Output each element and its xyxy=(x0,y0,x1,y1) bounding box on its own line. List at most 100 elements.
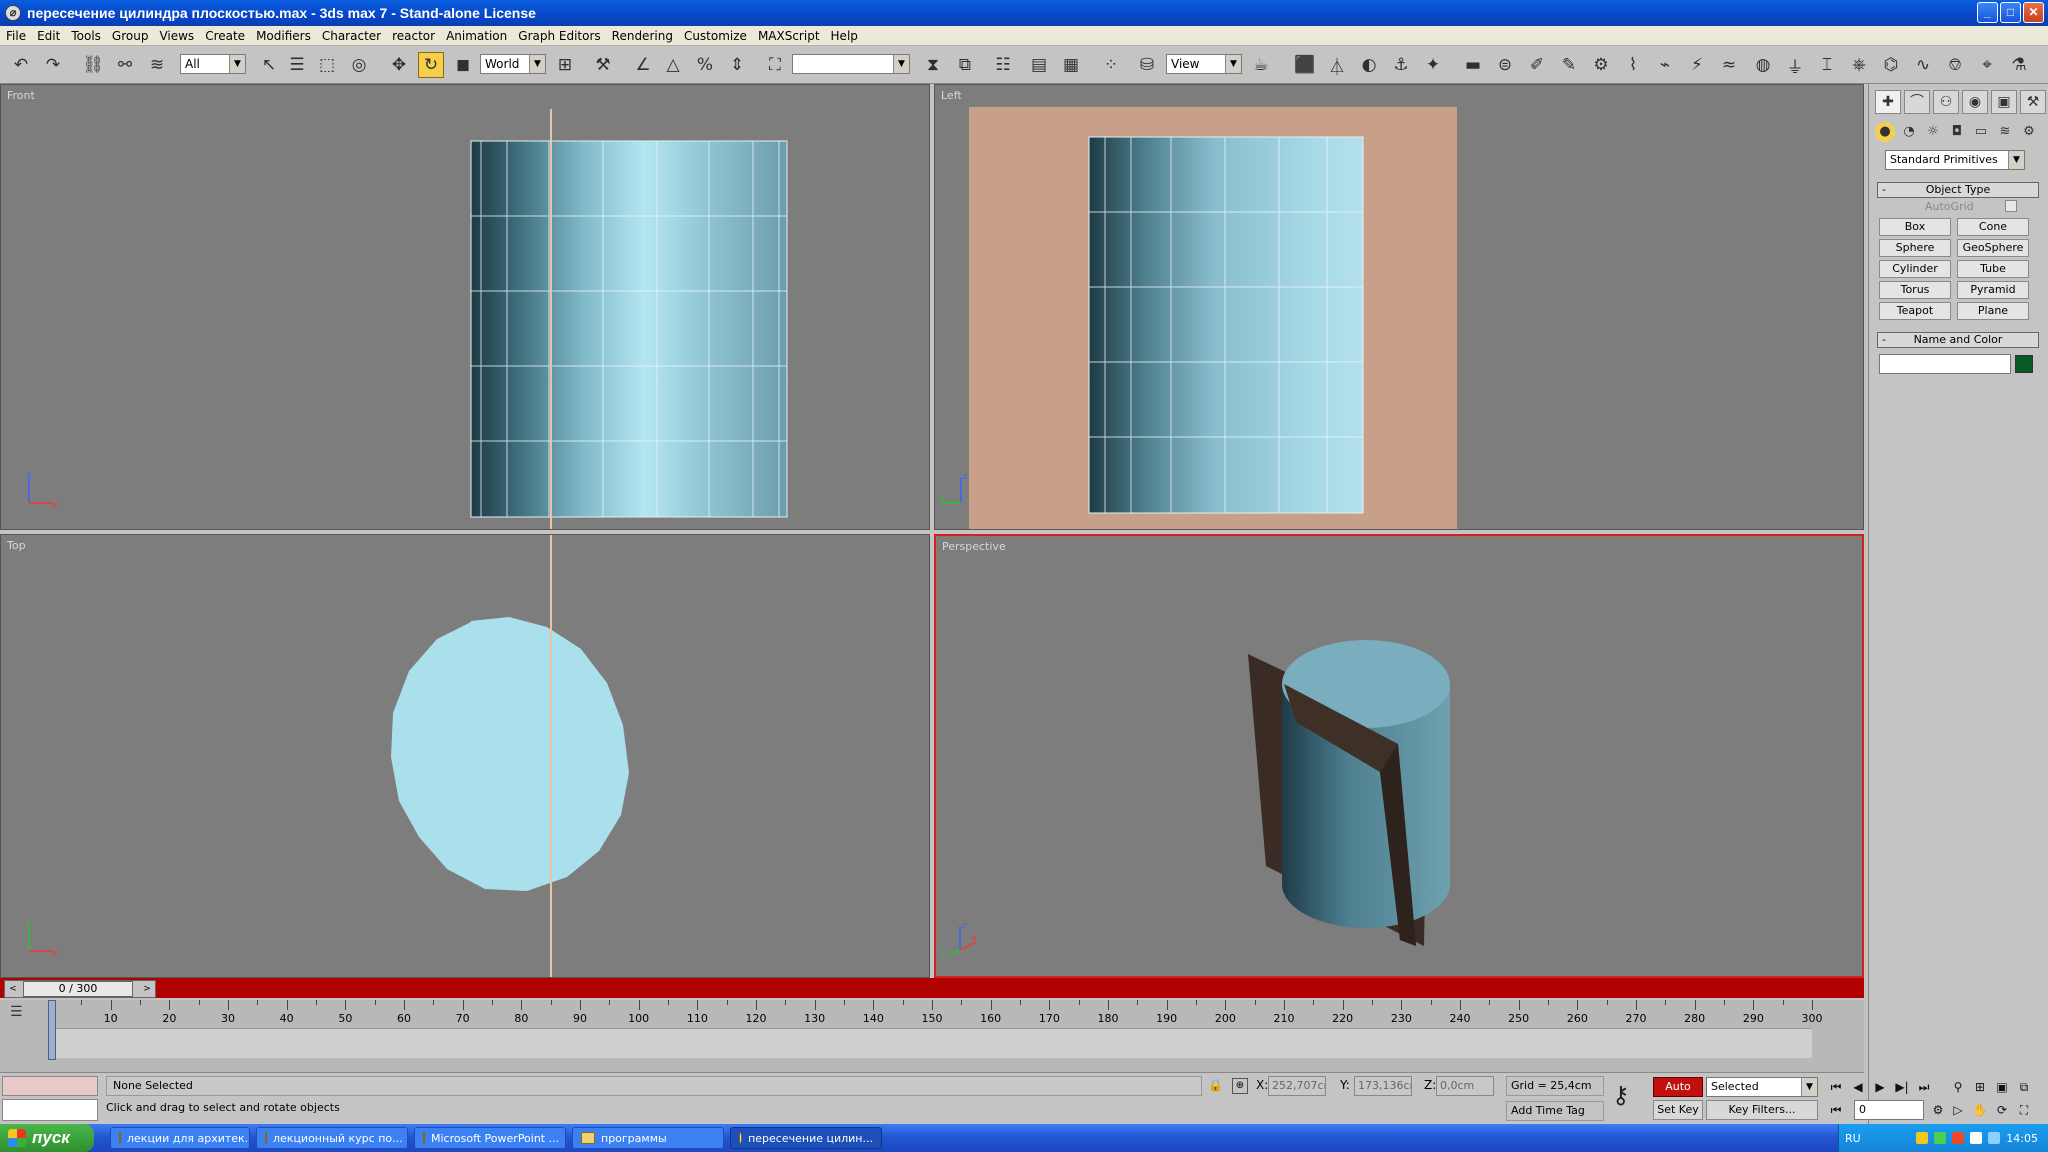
select-object-icon[interactable]: ↖ xyxy=(256,52,282,78)
tray-icon[interactable] xyxy=(1934,1132,1947,1144)
menu-character[interactable]: Character xyxy=(322,29,381,43)
render-type-dropdown[interactable]: View ▼ xyxy=(1166,54,1242,74)
align-icon[interactable]: ⧉ xyxy=(952,52,978,78)
display-tab-icon[interactable]: ▣ xyxy=(1991,90,2017,114)
tray-icon[interactable] xyxy=(1970,1132,1983,1144)
shapes-icon[interactable]: ◔ xyxy=(1899,122,1919,142)
select-and-move-icon[interactable]: ✥ xyxy=(386,52,412,78)
time-configuration-icon[interactable]: ⚙ xyxy=(1928,1100,1948,1120)
selection-filter-dropdown[interactable]: All ▼ xyxy=(180,54,246,74)
wave-modifier-icon[interactable]: ≈ xyxy=(1716,52,1742,78)
autogrid-option[interactable]: AutoGrid xyxy=(1925,200,2017,213)
key-icon[interactable]: ⚷ xyxy=(1612,1081,1642,1111)
utilities-tab-icon[interactable]: ⚒ xyxy=(2020,90,2046,114)
edit-named-selection-icon[interactable]: ⛶ xyxy=(762,52,788,78)
menu-customize[interactable]: Customize xyxy=(684,29,747,43)
select-by-name-icon[interactable]: ☰ xyxy=(284,52,310,78)
menu-animation[interactable]: Animation xyxy=(446,29,507,43)
minimize-button[interactable]: _ xyxy=(1977,2,1998,23)
time-next-icon[interactable]: > xyxy=(140,981,154,997)
spinner-snap-icon[interactable]: ⇕ xyxy=(724,52,750,78)
time-prev-icon[interactable]: < xyxy=(6,981,20,997)
geosphere-button[interactable]: GeoSphere xyxy=(1957,239,2029,257)
gear-icon[interactable]: ⚙ xyxy=(1588,52,1614,78)
object-color-swatch[interactable] xyxy=(2015,355,2033,373)
taskbar-item-lecture-course[interactable]: лекционный курс по... xyxy=(256,1127,408,1149)
menu-reactor[interactable]: reactor xyxy=(392,29,435,43)
utility-icon[interactable]: ⚗ xyxy=(2006,52,2032,78)
maximize-viewport-icon[interactable]: ⛶ xyxy=(2014,1100,2034,1120)
tube-button[interactable]: Tube xyxy=(1957,260,2029,278)
maxscript-input[interactable] xyxy=(2,1099,98,1121)
maxscript-listener-mini[interactable] xyxy=(2,1076,98,1096)
viewport-front[interactable]: Front z x xyxy=(0,84,930,530)
create-helper-icon[interactable]: ⚓ xyxy=(1388,52,1414,78)
tray-icon[interactable] xyxy=(1916,1132,1929,1144)
menu-modifiers[interactable]: Modifiers xyxy=(256,29,311,43)
snaps-toggle-icon[interactable]: ∠ xyxy=(630,52,656,78)
helpers-icon[interactable]: ▭ xyxy=(1971,122,1991,142)
motion-tab-icon[interactable]: ◉ xyxy=(1962,90,1988,114)
absolute-mode-icon[interactable]: ⊕ xyxy=(1232,1078,1248,1094)
go-to-end-icon[interactable]: ⏭ xyxy=(1914,1077,1934,1097)
cylinder-icon[interactable]: ⊜ xyxy=(1492,52,1518,78)
pan-icon[interactable]: ✋ xyxy=(1970,1100,1990,1120)
close-button[interactable]: ✕ xyxy=(2023,2,2044,23)
taskbar-item-programs[interactable]: программы xyxy=(572,1127,724,1149)
render-scene-icon[interactable]: ⛁ xyxy=(1134,52,1160,78)
sphere-button[interactable]: Sphere xyxy=(1879,239,1951,257)
space-warps-icon[interactable]: ≋ xyxy=(1995,122,2015,142)
camera-icon[interactable]: ▬ xyxy=(1460,52,1486,78)
viewport-left[interactable]: Left z y xyxy=(934,84,1864,530)
menu-maxscript[interactable]: MAXScript xyxy=(758,29,820,43)
redo-icon[interactable]: ↷ xyxy=(40,52,66,78)
modify-tab-icon[interactable]: ⌒ xyxy=(1904,90,1930,114)
cylinder-button[interactable]: Cylinder xyxy=(1879,260,1951,278)
play-icon[interactable]: ▶ xyxy=(1870,1077,1890,1097)
y-coordinate-field[interactable]: 173,136cm xyxy=(1354,1076,1412,1096)
key-area[interactable] xyxy=(52,1028,1812,1058)
create-box-icon[interactable]: ⬛ xyxy=(1292,52,1318,78)
schematic-view-icon[interactable]: ▦ xyxy=(1058,52,1084,78)
quick-render-icon[interactable]: ☕ xyxy=(1248,52,1274,78)
go-to-start-icon[interactable]: ⏮ xyxy=(1826,1077,1846,1097)
zoom-extents-all-icon[interactable]: ⧉ xyxy=(2014,1077,2034,1097)
autogrid-checkbox[interactable] xyxy=(2005,200,2017,212)
curve-editor-icon[interactable]: ▤ xyxy=(1026,52,1052,78)
manipulate-icon[interactable]: ⚒ xyxy=(590,52,616,78)
window-crossing-icon[interactable]: ◎ xyxy=(346,52,372,78)
arc-rotate-icon[interactable]: ⟳ xyxy=(1992,1100,2012,1120)
menu-graph-editors[interactable]: Graph Editors xyxy=(518,29,600,43)
brush-icon[interactable]: ✎ xyxy=(1556,52,1582,78)
time-slider-track[interactable] xyxy=(0,978,1864,998)
zoom-extents-icon[interactable]: ▣ xyxy=(1992,1077,2012,1097)
zoom-icon[interactable]: ⚲ xyxy=(1948,1077,1968,1097)
create-light-icon[interactable]: ✦ xyxy=(1420,52,1446,78)
maximize-button[interactable]: □ xyxy=(2000,2,2021,23)
taper-modifier-icon[interactable]: ⏚ xyxy=(1782,52,1808,78)
stretch-modifier-icon[interactable]: ⌶ xyxy=(1814,52,1840,78)
object-category-dropdown[interactable]: Standard Primitives ▼ xyxy=(1885,150,2025,170)
object-type-rollout[interactable]: - Object Type xyxy=(1877,182,2039,198)
angle-snap-icon[interactable]: △ xyxy=(660,52,686,78)
cone-button[interactable]: Cone xyxy=(1957,218,2029,236)
undo-icon[interactable]: ↶ xyxy=(8,52,34,78)
xform-modifier-icon[interactable]: ⌖ xyxy=(1974,52,2000,78)
add-time-tag-button[interactable]: Add Time Tag xyxy=(1506,1101,1604,1121)
object-name-input[interactable] xyxy=(1879,354,2011,374)
rectangular-selection-icon[interactable]: ⬚ xyxy=(314,52,340,78)
menu-edit[interactable]: Edit xyxy=(37,29,60,43)
x-coordinate-field[interactable]: 252,707cm xyxy=(1268,1076,1326,1096)
zoom-all-icon[interactable]: ⊞ xyxy=(1970,1077,1990,1097)
skew-modifier-icon[interactable]: ⌬ xyxy=(1878,52,1904,78)
torus-button[interactable]: Torus xyxy=(1879,281,1951,299)
unlink-icon[interactable]: ⚯ xyxy=(112,52,138,78)
time-cursor[interactable] xyxy=(48,1000,56,1060)
key-mode-toggle-icon[interactable]: ⏮ xyxy=(1826,1100,1846,1120)
next-frame-icon[interactable]: ▶| xyxy=(1892,1077,1912,1097)
key-mode-dropdown[interactable]: Selected ▼ xyxy=(1706,1077,1818,1097)
pyramid-button[interactable]: Pyramid xyxy=(1957,281,2029,299)
layer-manager-icon[interactable]: ☷ xyxy=(990,52,1016,78)
menu-views[interactable]: Views xyxy=(159,29,194,43)
pivot-center-icon[interactable]: ⊞ xyxy=(552,52,578,78)
